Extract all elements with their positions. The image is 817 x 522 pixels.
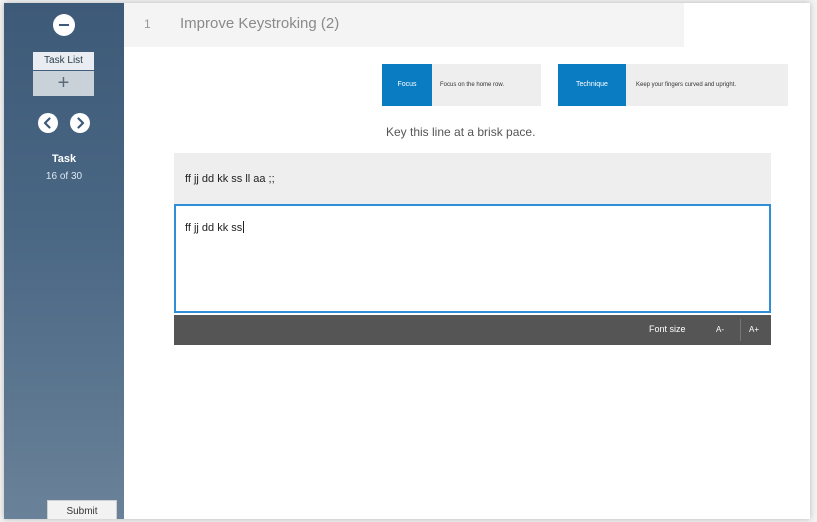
instruction-text: Key this line at a brisk pace. (386, 125, 536, 139)
task-header: 1 Improve Keystroking (2) (124, 3, 684, 47)
editor-toolbar: Font size A- A+ (174, 315, 771, 345)
next-task-button[interactable] (70, 113, 90, 133)
task-list-button[interactable]: Task List + (33, 52, 94, 97)
chevron-right-icon (77, 117, 85, 129)
sidebar: Task List + Task 16 of 30 Submit (4, 3, 124, 519)
task-progress: 16 of 30 (45, 171, 83, 182)
typing-input[interactable]: ff jj dd kk ss (174, 204, 771, 313)
chevron-left-icon (43, 117, 51, 129)
submit-button[interactable]: Submit (47, 500, 117, 519)
task-number: 1 (144, 17, 151, 31)
typed-value: ff jj dd kk ss (185, 222, 243, 234)
collapse-sidebar-button[interactable] (53, 14, 75, 36)
plus-icon: + (33, 71, 94, 96)
typed-text: ff jj dd kk ss (185, 221, 245, 234)
technique-text: Keep your fingers curved and upright. (636, 82, 737, 88)
previous-task-button[interactable] (38, 113, 58, 133)
focus-tip: Focus Focus on the home row. (382, 64, 541, 106)
prompt-line: ff jj dd kk ss ll aa ;; (174, 153, 771, 205)
task-heading: Task (51, 153, 77, 165)
app-window: Task List + Task 16 of 30 Submit 1 Impro… (4, 3, 810, 519)
focus-text: Focus on the home row. (440, 82, 505, 88)
task-title: Improve Keystroking (2) (180, 15, 340, 32)
text-caret (243, 221, 245, 233)
decrease-font-button[interactable]: A- (707, 319, 733, 341)
increase-font-button[interactable]: A+ (740, 319, 767, 341)
focus-badge: Focus (382, 64, 432, 106)
font-size-label: Font size (649, 324, 686, 334)
technique-badge: Technique (558, 64, 626, 106)
task-list-label: Task List (33, 52, 94, 70)
technique-tip: Technique Keep your fingers curved and u… (558, 64, 788, 106)
prompt-text: ff jj dd kk ss ll aa ;; (185, 173, 275, 185)
